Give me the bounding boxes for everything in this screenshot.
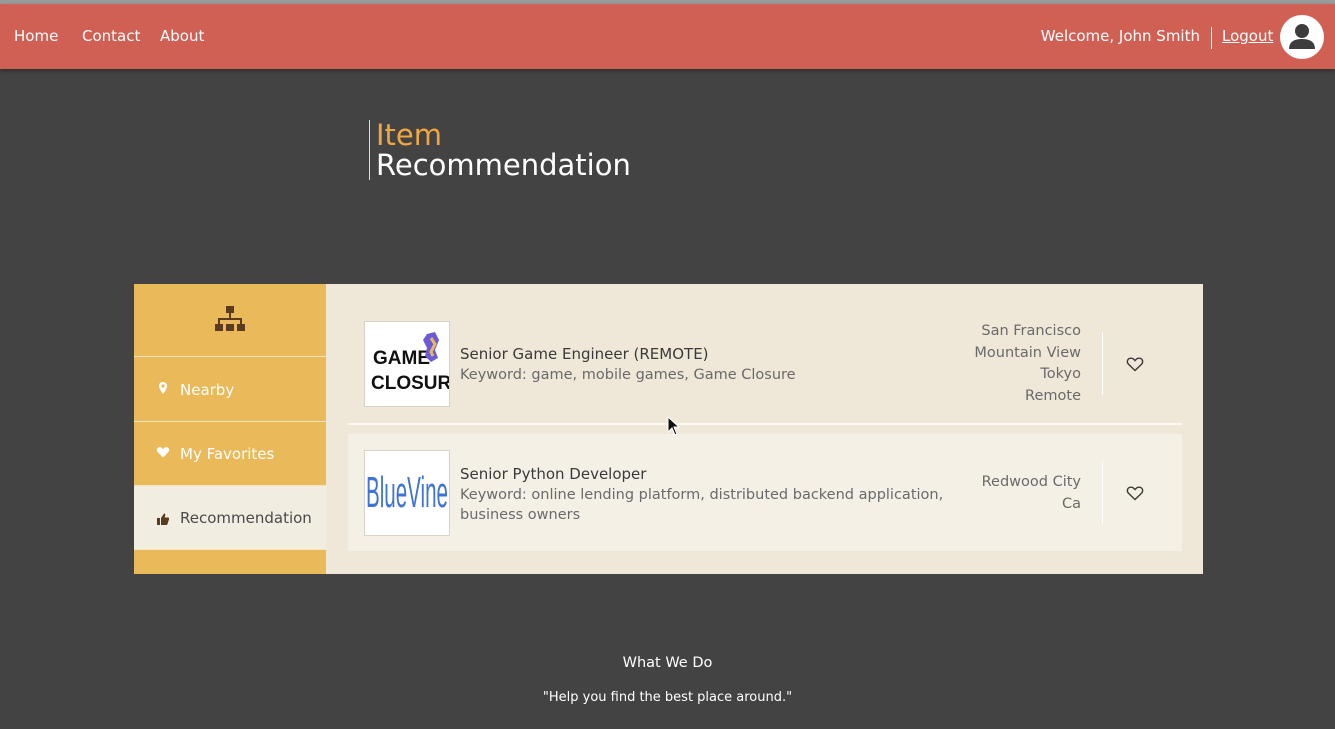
sidebar-item-label: Recommendation xyxy=(180,509,312,527)
svg-text:BlueVine: BlueVine xyxy=(366,467,448,516)
thumbs-up-icon xyxy=(157,513,170,525)
job-title[interactable]: Senior Python Developer xyxy=(460,465,646,483)
page-title-line-1: Item xyxy=(376,118,443,152)
mouse-cursor-icon xyxy=(667,416,681,436)
list-item[interactable]: GAME CLOSURE Senior Game Engineer (REMOT… xyxy=(348,307,1182,422)
job-keywords: Keyword: online lending platform, distri… xyxy=(460,487,944,523)
company-logo: BlueVine xyxy=(364,450,450,536)
location: Ca xyxy=(1061,495,1081,512)
list-item[interactable]: BlueVine Senior Python Developer Keyword… xyxy=(348,434,1182,551)
job-locations: Redwood City Ca xyxy=(982,472,1081,515)
sidebar-header xyxy=(134,284,326,357)
footer-quote: "Help you find the best place around." xyxy=(542,690,793,705)
top-navbar: Home Contact About Welcome, John Smith L… xyxy=(0,4,1335,69)
welcome-text: Welcome, John Smith xyxy=(1040,27,1200,45)
svg-text:CLOSURE: CLOSURE xyxy=(371,373,449,394)
job-locations: San Francisco Mountain View Tokyo Remote xyxy=(974,321,1081,407)
sidebar-item-recommendation[interactable]: Recommendation xyxy=(134,486,326,550)
item-separator xyxy=(1102,461,1103,524)
sidebar-item-label: My Favorites xyxy=(180,445,275,463)
sidebar-item-my-favorites[interactable]: My Favorites xyxy=(134,422,326,486)
favorite-heart-icon[interactable] xyxy=(1126,356,1144,372)
footer-title: What We Do xyxy=(622,655,713,671)
svg-text:GAME: GAME xyxy=(373,348,430,369)
job-keywords: Keyword: game, mobile games, Game Closur… xyxy=(460,367,796,383)
game-closure-logo: GAME CLOSURE xyxy=(371,332,464,394)
job-title[interactable]: Senior Game Engineer (REMOTE) xyxy=(460,345,709,363)
favorite-heart-icon[interactable] xyxy=(1126,485,1144,501)
sidebar-item-nearby[interactable]: Nearby xyxy=(134,358,326,422)
list-divider xyxy=(348,423,1182,425)
nav-separator xyxy=(1211,27,1212,49)
map-marker-icon xyxy=(159,382,167,394)
avatar[interactable] xyxy=(1280,15,1324,59)
bluevine-logo: BlueVine xyxy=(366,467,448,516)
location: San Francisco xyxy=(981,323,1081,339)
page-title: Item Recommendation xyxy=(369,120,631,180)
heart-icon xyxy=(156,447,170,458)
sitemap-icon xyxy=(215,306,245,331)
location: Tokyo xyxy=(1040,366,1081,382)
user-icon xyxy=(1289,24,1315,49)
sidebar-item-label: Nearby xyxy=(180,381,235,399)
nav-about-link[interactable]: About xyxy=(160,27,204,45)
location: Mountain View xyxy=(974,344,1081,361)
nav-home-link[interactable]: Home xyxy=(14,27,58,45)
logout-link[interactable]: Logout xyxy=(1222,27,1273,45)
company-logo: GAME CLOSURE xyxy=(364,321,464,407)
nav-contact-link[interactable]: Contact xyxy=(82,27,140,45)
location: Remote xyxy=(1025,387,1081,404)
sidebar: Nearby My Favorites Recommendation xyxy=(134,284,326,574)
item-separator xyxy=(1102,332,1103,395)
location: Redwood City xyxy=(981,474,1081,490)
page-title-line-2: Recommendation xyxy=(376,148,631,182)
